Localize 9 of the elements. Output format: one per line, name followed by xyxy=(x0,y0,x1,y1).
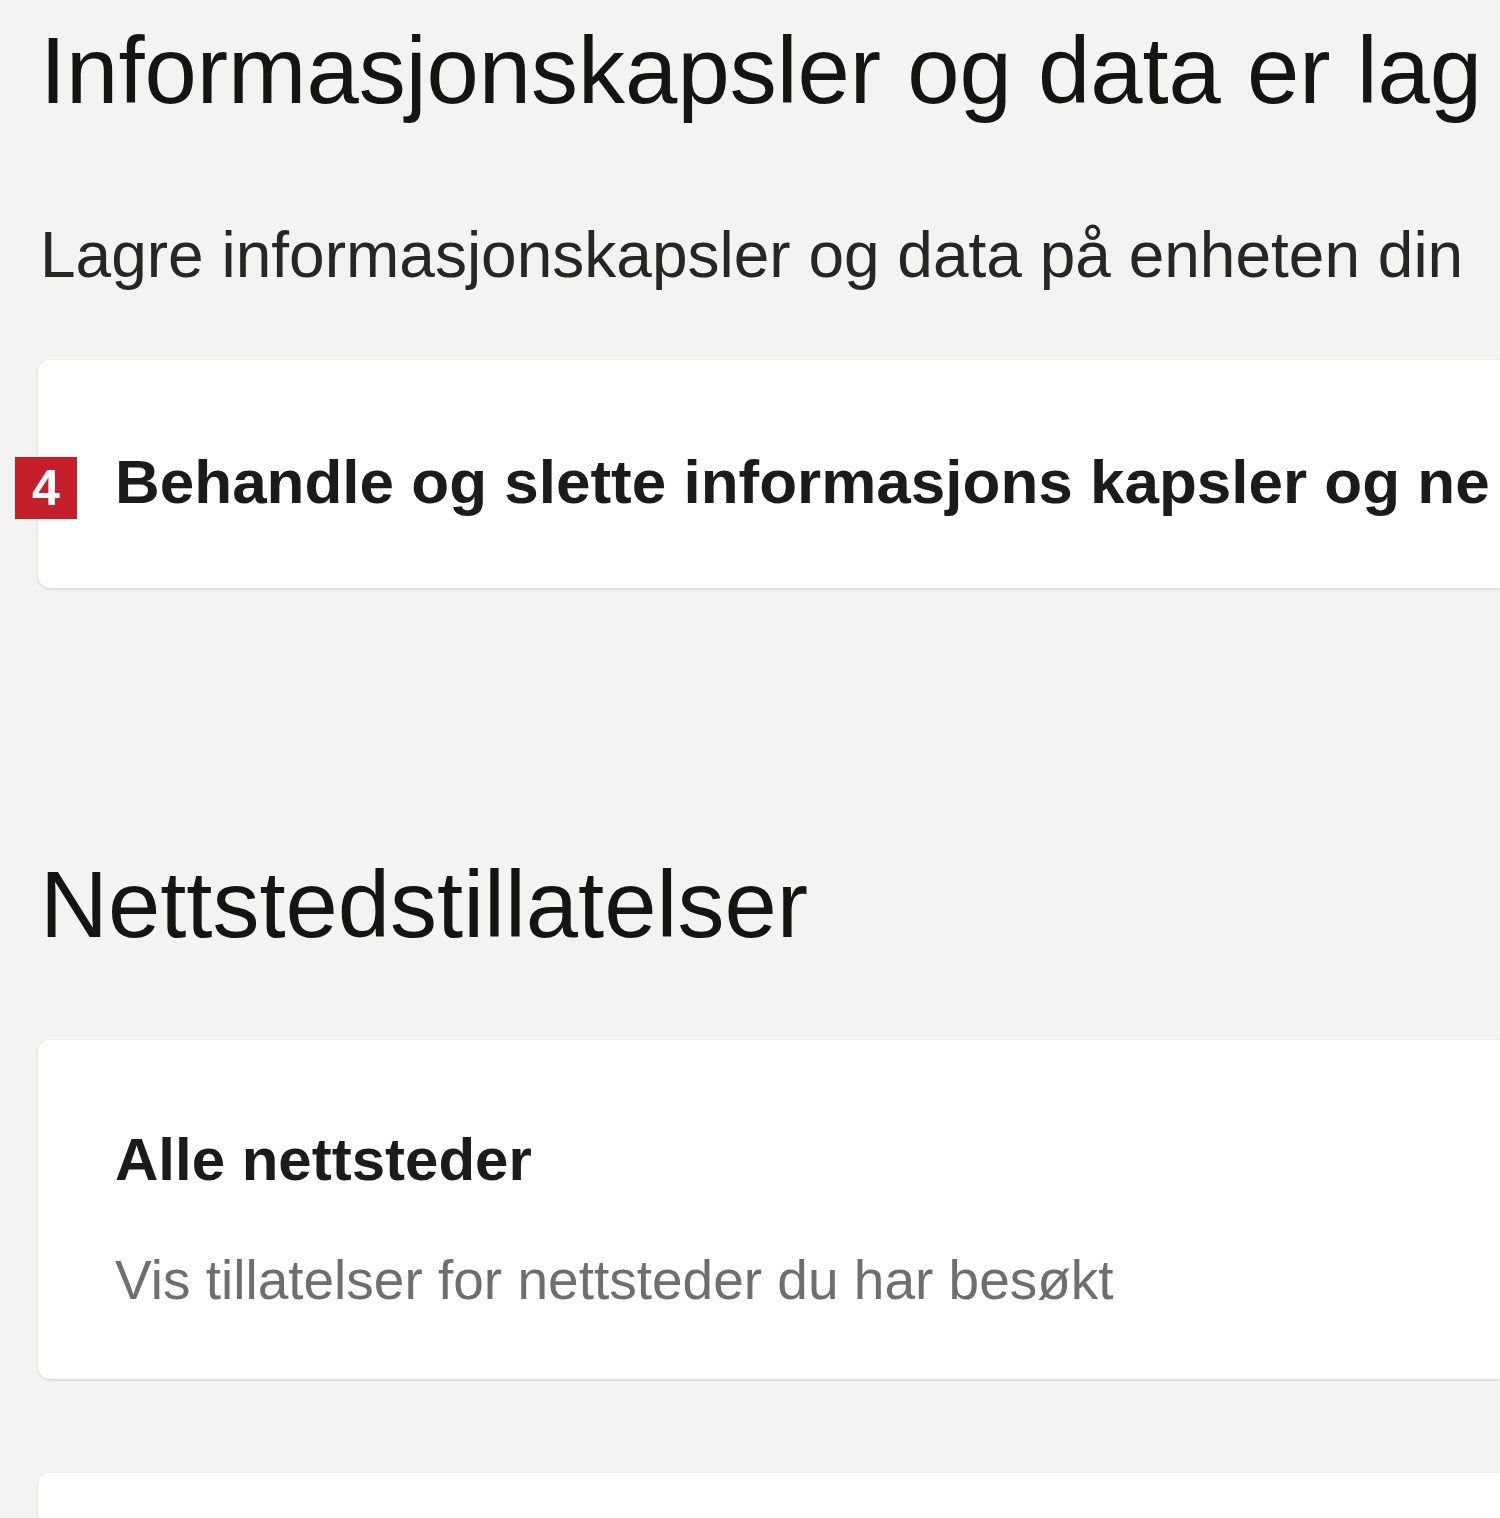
settings-card[interactable] xyxy=(38,1473,1500,1518)
card-description: Vis tillatelser for nettsteder du har besøkt xyxy=(115,1248,1115,1314)
settings-card[interactable]: Alle nettsteder Vis tillatelser for nettsteder du har besøkt xyxy=(38,1040,1500,1380)
card-title: Alle nettsteder xyxy=(115,1125,533,1196)
card-title: Behandle og slette informasjons kapsler og ne xyxy=(115,446,1491,518)
section-heading: Nettstedstillatelser xyxy=(40,851,809,960)
section-description: Lagre informasjonskapsler og data på enheten din xyxy=(40,218,1465,293)
section-heading: Informasjonskapsler og data er lag xyxy=(40,17,1484,125)
step-badge: 4 xyxy=(15,457,77,519)
